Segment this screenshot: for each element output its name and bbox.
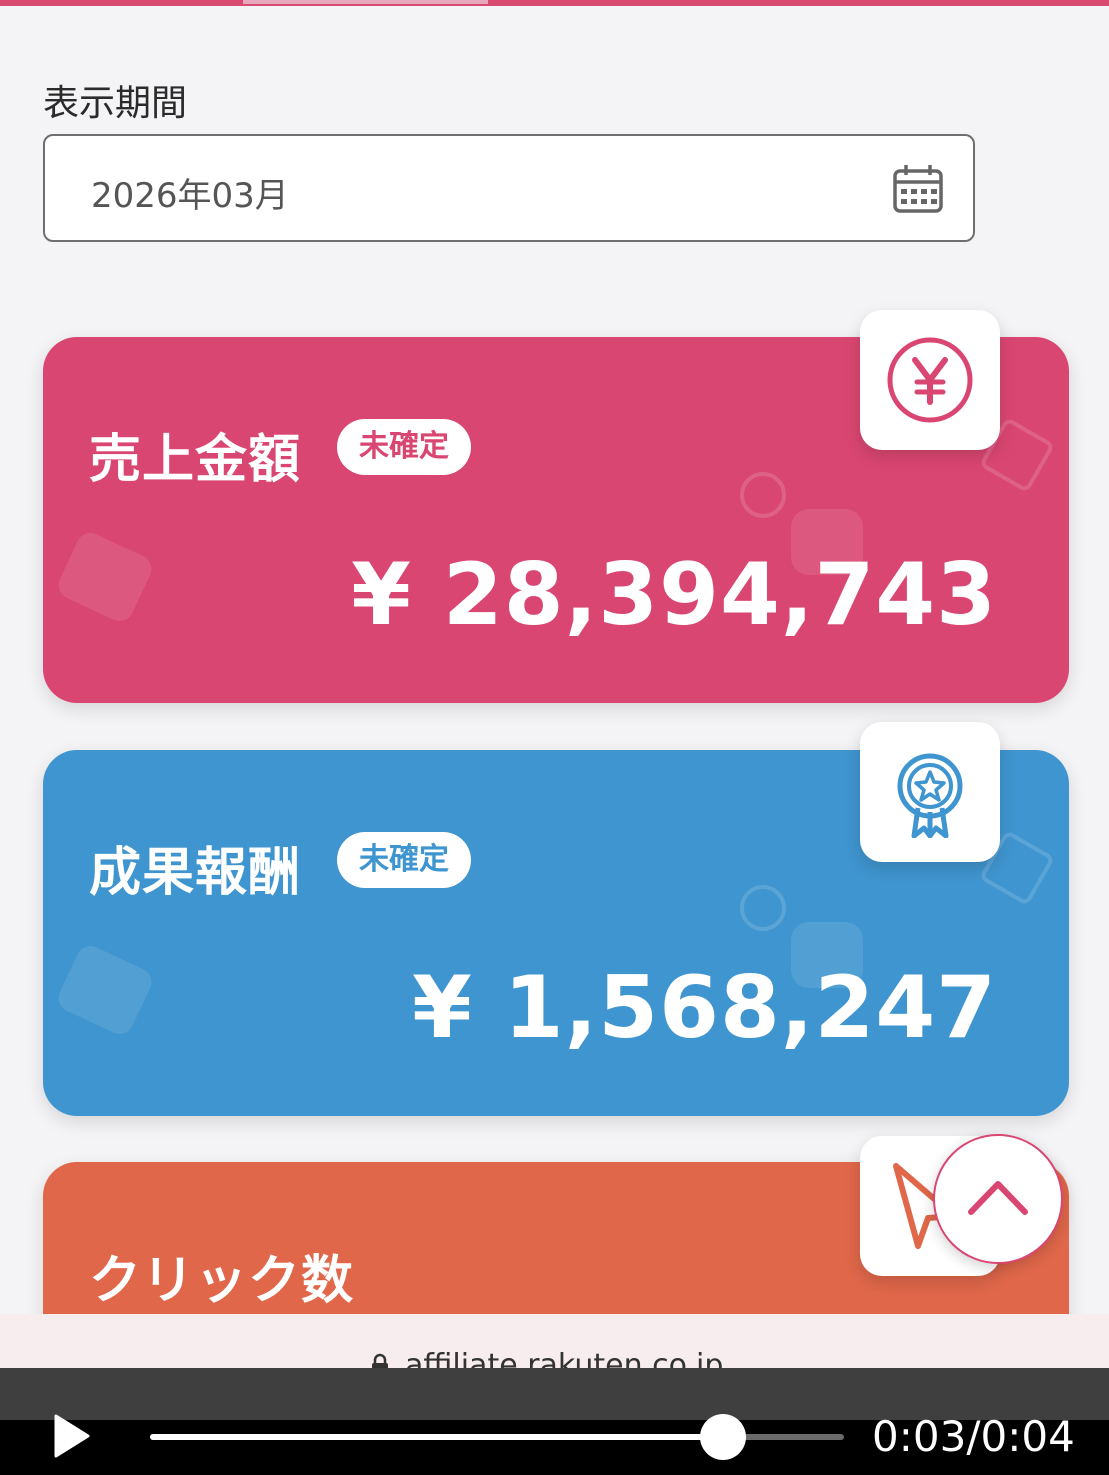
card-decoration [740,472,786,518]
award-ribbon-icon [897,753,963,838]
chevron-up-icon [968,1181,1028,1215]
current-time: 0:03 [872,1412,967,1461]
sales-amount-title: 売上金額 [89,430,302,490]
browser-address-bar[interactable]: affiliate.rakuten.co.jp [0,1314,1109,1383]
card-decoration [53,528,157,626]
award-icon-tile [860,722,1000,862]
card-decoration [740,885,786,931]
video-seek-bar[interactable] [150,1414,844,1460]
unconfirmed-badge: 未確定 [337,832,471,888]
top-tab-bar-line [0,0,1109,6]
period-label: 表示期間 [43,83,188,124]
commission-title: 成果報酬 [89,843,302,903]
seek-handle[interactable] [699,1414,746,1460]
active-tab-indicator [243,0,488,4]
time-separator: / [966,1412,981,1461]
yen-circle-icon [887,337,973,423]
scroll-to-top-button[interactable] [933,1134,1063,1264]
card-decoration [53,941,157,1039]
commission-value: ¥ 1,568,247 [412,958,997,1058]
play-icon[interactable] [54,1414,90,1458]
period-date-input[interactable]: 2026年03月 [43,134,975,242]
sales-amount-value: ¥ 28,394,743 [351,545,997,645]
calendar-icon[interactable] [891,162,945,216]
clicks-title: クリック数 [89,1251,355,1311]
yen-icon-tile [860,310,1000,450]
period-date-value: 2026年03月 [91,176,289,216]
video-time: 0:03/0:04 [872,1412,1075,1461]
video-progress-fill [150,1434,723,1440]
video-player-controls: 0:03/0:04 [0,1368,1109,1475]
total-duration: 0:04 [980,1412,1075,1461]
unconfirmed-badge: 未確定 [337,419,471,475]
